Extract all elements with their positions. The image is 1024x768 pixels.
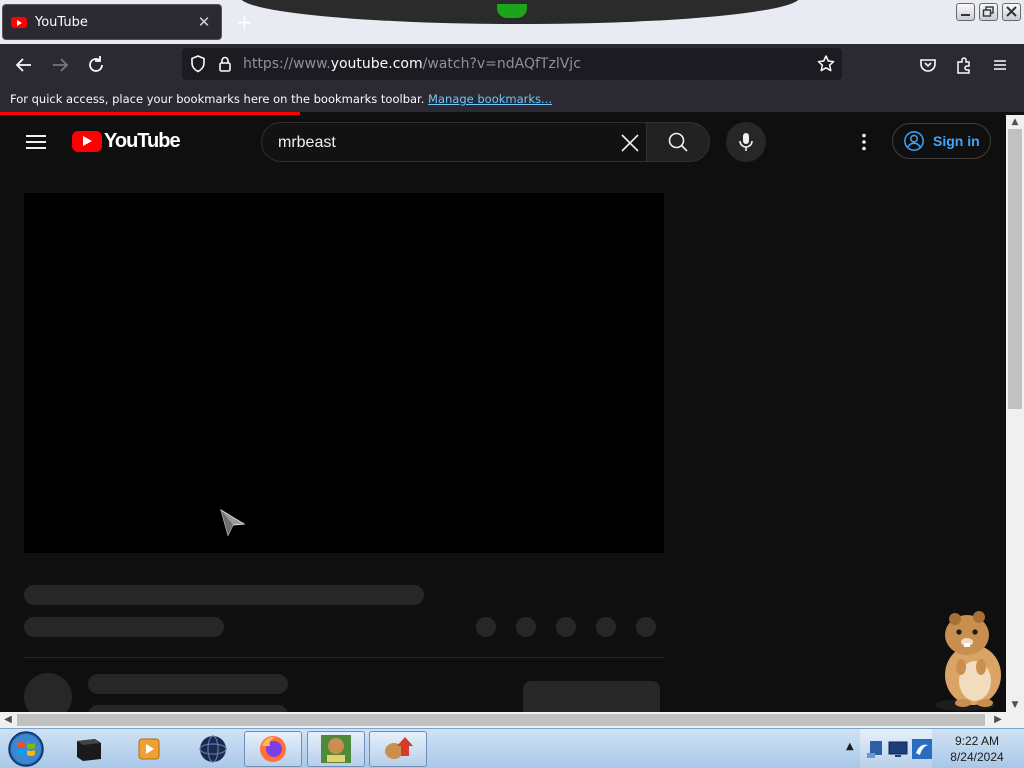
- title-placeholder: [24, 585, 424, 605]
- start-button[interactable]: [6, 730, 46, 768]
- media-center-icon: [77, 739, 101, 761]
- youtube-play-icon: [72, 130, 102, 152]
- new-tab-button[interactable]: +: [236, 10, 253, 34]
- more-vert-icon: [862, 133, 866, 151]
- taskbar-firefox[interactable]: [244, 731, 302, 767]
- media-player-icon: [138, 738, 160, 760]
- close-window-button[interactable]: [1002, 3, 1021, 21]
- channel-avatar-placeholder: [24, 673, 72, 712]
- taskbar-globe-app[interactable]: [184, 731, 242, 767]
- vertical-scroll-thumb[interactable]: [1008, 129, 1022, 409]
- search-input[interactable]: [278, 132, 598, 154]
- menu-line: [26, 141, 46, 143]
- youtube-favicon-icon: [11, 16, 27, 28]
- horizontal-scrollbar[interactable]: ◀ ▶: [0, 712, 1006, 728]
- search-box[interactable]: [261, 122, 647, 162]
- game-box-icon: [321, 735, 351, 763]
- browser-tab-strip: YouTube ✕ +: [0, 0, 1024, 44]
- action-placeholder: [516, 617, 536, 637]
- voice-search-button[interactable]: [726, 122, 766, 162]
- taskbar-game-upload[interactable]: [369, 731, 427, 767]
- lock-icon[interactable]: [213, 52, 237, 76]
- theme-glow: [497, 4, 527, 18]
- network-icon[interactable]: [864, 737, 888, 761]
- search-button[interactable]: [646, 122, 710, 162]
- bookmarks-message: For quick access, place your bookmarks h…: [10, 92, 425, 106]
- manage-bookmarks-link[interactable]: Manage bookmarks...: [428, 92, 552, 106]
- menu-line: [26, 147, 46, 149]
- action-placeholder: [596, 617, 616, 637]
- pocket-button[interactable]: [916, 53, 940, 77]
- system-tray: ▲ 9:22 AM 8/24/2024: [840, 729, 1024, 768]
- subtitle-placeholder: [24, 617, 224, 637]
- scroll-down-icon[interactable]: ▼: [1006, 698, 1024, 712]
- subscribe-placeholder: [523, 681, 660, 712]
- taskbar-clock[interactable]: 9:22 AM 8/24/2024: [940, 733, 1014, 765]
- action-placeholder: [636, 617, 656, 637]
- extensions-button[interactable]: [952, 53, 976, 77]
- url-host: youtube.com: [330, 56, 423, 72]
- tab-title: YouTube: [35, 14, 88, 30]
- divider: [24, 657, 664, 658]
- url-path: /watch?v=ndAQfTzlVjc: [422, 56, 581, 72]
- scroll-up-icon[interactable]: ▲: [1006, 115, 1024, 129]
- youtube-logo[interactable]: YouTube: [72, 129, 181, 152]
- clear-search-button[interactable]: [618, 131, 642, 155]
- restore-button[interactable]: [979, 3, 998, 21]
- url-scheme: https://www.: [243, 56, 331, 72]
- windows-taskbar: ▲ 9:22 AM 8/24/2024: [0, 728, 1024, 768]
- taskbar-media-player[interactable]: [120, 731, 178, 767]
- scroll-left-icon[interactable]: ◀: [0, 712, 16, 728]
- hamster-mascot-icon: [935, 611, 1001, 711]
- sign-in-button[interactable]: Sign in: [892, 123, 991, 159]
- action-placeholder: [556, 617, 576, 637]
- bookmark-star-icon[interactable]: [814, 52, 838, 76]
- taskbar-media-center[interactable]: [60, 731, 118, 767]
- display-icon[interactable]: [886, 737, 910, 761]
- tab-close-icon[interactable]: ✕: [195, 13, 213, 31]
- taskbar-game-box[interactable]: [307, 731, 365, 767]
- account-icon: [904, 131, 924, 151]
- guide-menu-button[interactable]: [24, 131, 48, 151]
- menu-line: [26, 135, 46, 137]
- settings-more-button[interactable]: [852, 130, 876, 154]
- scrollbar-corner: [1006, 712, 1024, 728]
- reload-button[interactable]: [84, 53, 108, 77]
- address-bar[interactable]: https://www.youtube.com/watch?v=ndAQfTzl…: [182, 48, 842, 80]
- horizontal-scroll-thumb[interactable]: [17, 714, 985, 726]
- game-upload-icon: [385, 737, 413, 759]
- windows-logo-icon: [8, 731, 44, 767]
- tray-expand-icon[interactable]: ▲: [846, 741, 854, 752]
- desktop-screen: YouTube ✕ + https://www.youtube.com/watc…: [0, 0, 1024, 768]
- url-text[interactable]: https://www.youtube.com/watch?v=ndAQfTzl…: [243, 56, 581, 72]
- tab-youtube[interactable]: YouTube ✕: [2, 4, 222, 40]
- search-icon: [668, 132, 688, 152]
- minimize-button[interactable]: [956, 3, 975, 21]
- youtube-wordmark: YouTube: [104, 129, 181, 152]
- sign-in-label: Sign in: [933, 133, 980, 149]
- youtube-page: YouTube Sign in: [0, 115, 1006, 712]
- clock-date: 8/24/2024: [950, 750, 1004, 764]
- app-menu-button[interactable]: [988, 53, 1012, 77]
- notification-app-icon[interactable]: [910, 737, 934, 761]
- video-player[interactable]: [24, 193, 664, 553]
- mouse-cursor-icon: [220, 509, 246, 537]
- back-button[interactable]: [12, 53, 36, 77]
- channel-subs-placeholder: [88, 705, 288, 712]
- scroll-right-icon[interactable]: ▶: [990, 712, 1006, 728]
- action-placeholder: [476, 617, 496, 637]
- globe-icon: [199, 735, 227, 763]
- forward-button[interactable]: [48, 53, 72, 77]
- clock-time: 9:22 AM: [954, 734, 1000, 748]
- bookmarks-toolbar: For quick access, place your bookmarks h…: [0, 86, 1024, 112]
- microphone-icon: [739, 133, 753, 151]
- firefox-icon: [260, 736, 286, 762]
- channel-name-placeholder: [88, 674, 288, 694]
- browser-navigation-bar: https://www.youtube.com/watch?v=ndAQfTzl…: [0, 44, 1024, 86]
- vertical-scrollbar[interactable]: ▲ ▼: [1006, 115, 1024, 712]
- tracking-protection-shield-icon[interactable]: [186, 52, 210, 76]
